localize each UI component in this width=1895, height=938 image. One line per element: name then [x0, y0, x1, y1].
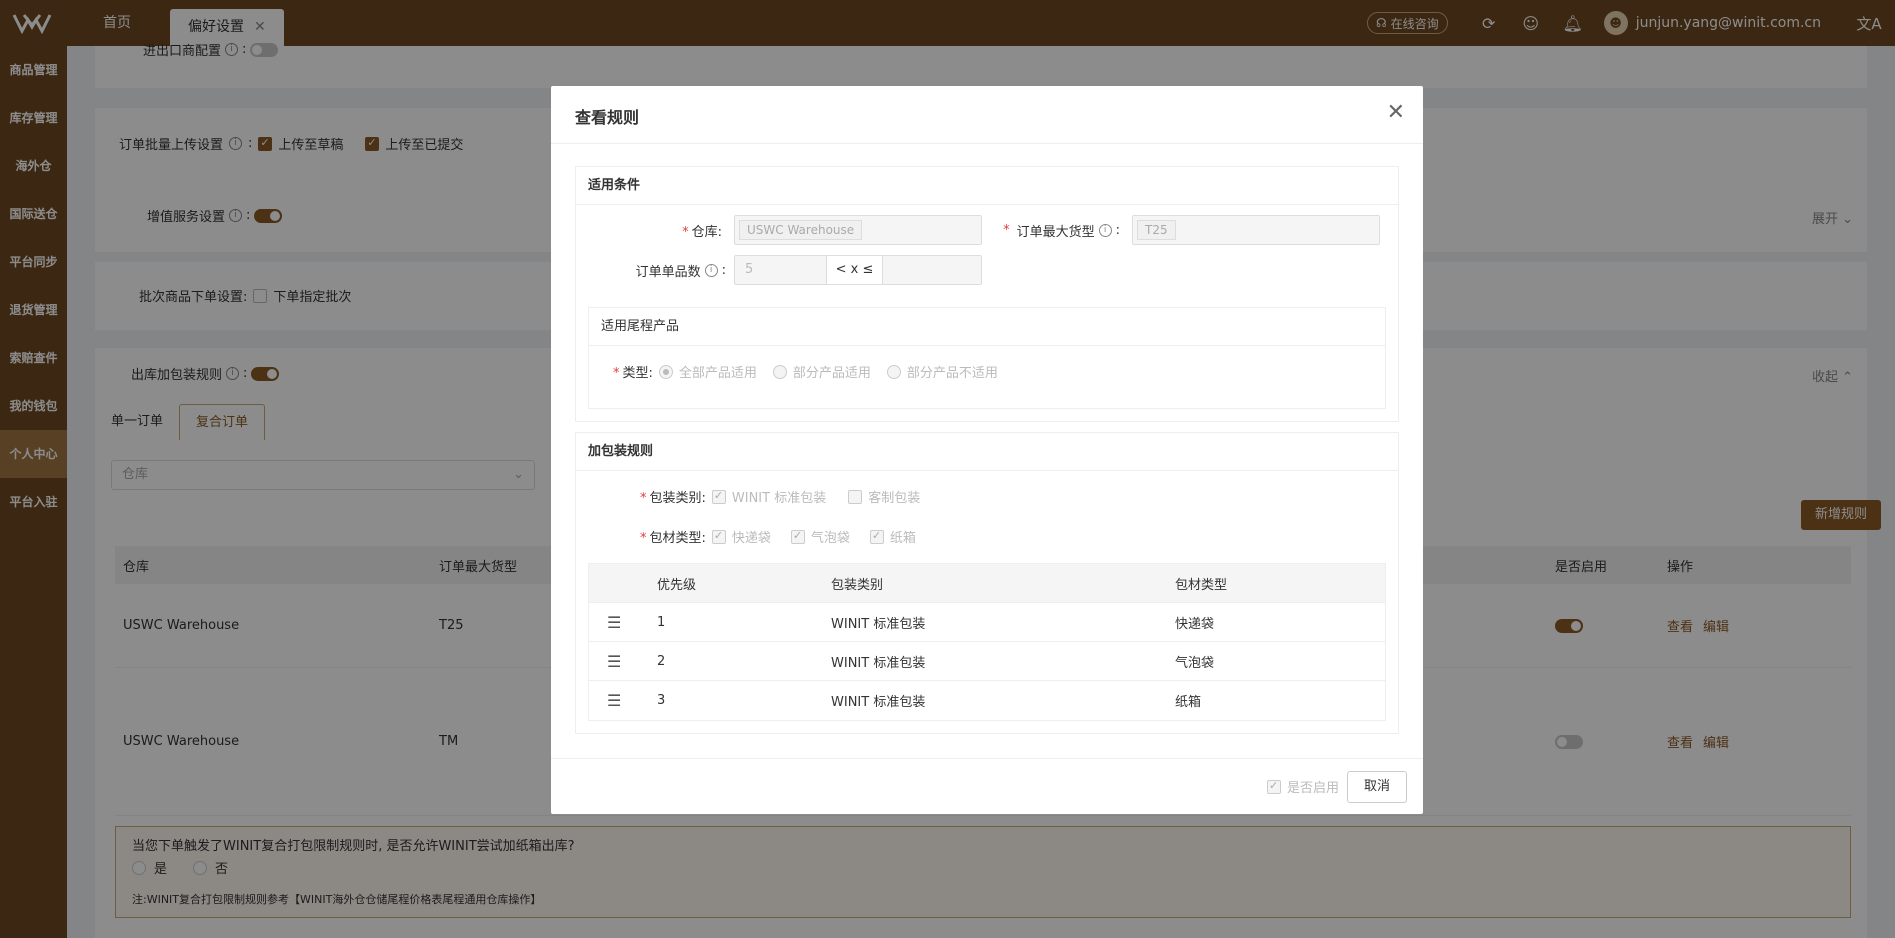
item-count-min: 5 [735, 256, 827, 284]
last-mile-section: 适用尾程产品 * 类型: 全部产品适用 部分产品适用 部分产品不适用 [588, 307, 1386, 409]
radio-some [772, 364, 787, 379]
row-priority: 3 [657, 692, 666, 708]
close-icon[interactable]: ✕ [1387, 100, 1405, 125]
row-material: 快递袋 [1175, 616, 1215, 632]
info-icon[interactable]: i [1098, 224, 1112, 237]
pack-category-standard-label: WINIT 标准包装 [731, 491, 827, 506]
packaging-title: 加包装规则 [576, 433, 1398, 471]
row-category: WINIT 标准包装 [831, 616, 926, 632]
info-icon[interactable]: i [704, 264, 718, 277]
max-size-tag: T25 [1137, 220, 1176, 240]
material-carton-checkbox[interactable] [869, 529, 884, 544]
drag-handle-icon[interactable]: ☰ [607, 613, 621, 632]
pack-category-custom-checkbox[interactable] [848, 489, 863, 504]
table-row: ☰ 1 WINIT 标准包装 快递袋 [589, 602, 1385, 641]
conditions-section: 适用条件 * 仓库: USWC Warehouse * 订单最大货型 i: T25 … [575, 166, 1399, 422]
material-express-bag-label: 快递袋 [731, 531, 771, 546]
modal-header: 查看规则 ✕ [551, 86, 1423, 144]
col-material: 包材类型 [1175, 577, 1228, 593]
row-priority: 2 [657, 653, 666, 669]
packaging-section: 加包装规则 *包装类别: WINIT 标准包装 客制包装 *包材类型: 快递袋 … [575, 432, 1399, 734]
table-row: ☰ 3 WINIT 标准包装 纸箱 [589, 680, 1385, 719]
drag-handle-icon[interactable]: ☰ [607, 691, 621, 710]
warehouse-tag: USWC Warehouse [739, 220, 863, 240]
material-bubble-bag-label: 气泡袋 [810, 531, 850, 546]
option-all-products[interactable]: 全部产品适用 [658, 362, 757, 381]
table-row: ☰ 2 WINIT 标准包装 气泡袋 [589, 641, 1385, 680]
col-priority: 优先级 [657, 577, 697, 593]
pack-category-standard-checkbox[interactable] [711, 489, 726, 504]
item-count-range: 5 < x ≤ [734, 255, 982, 285]
radio-all [658, 364, 673, 379]
row-priority: 1 [657, 614, 666, 630]
table-header: 优先级 包装类别 包材类型 [589, 564, 1385, 602]
enabled-option[interactable]: 是否启用 [1266, 777, 1339, 796]
col-category: 包装类别 [831, 577, 884, 593]
cancel-button[interactable]: 取消 [1347, 771, 1407, 803]
radio-excluded [886, 364, 901, 379]
type-label: 类型: [622, 366, 653, 381]
item-count-label: 订单单品数 [635, 265, 701, 280]
drag-handle-icon[interactable]: ☰ [607, 652, 621, 671]
item-count-max[interactable] [883, 256, 981, 284]
packaging-priority-table: 优先级 包装类别 包材类型 ☰ 1 WINIT 标准包装 快递袋 ☰ 2 WIN… [588, 563, 1386, 721]
option-excluded-label: 部分产品不适用 [906, 366, 998, 381]
material-label: 包材类型: [649, 531, 706, 546]
last-mile-title: 适用尾程产品 [589, 308, 1385, 346]
option-some-label: 部分产品适用 [792, 366, 871, 381]
material-bubble-bag-checkbox[interactable] [790, 529, 805, 544]
modal-footer: 是否启用 取消 [551, 758, 1423, 814]
option-some-products[interactable]: 部分产品适用 [772, 362, 871, 381]
conditions-title: 适用条件 [576, 167, 1398, 205]
enabled-checkbox [1266, 779, 1281, 794]
max-size-field[interactable]: T25 [1132, 215, 1380, 245]
pack-category-label: 包装类别: [649, 491, 706, 506]
row-material: 气泡袋 [1175, 655, 1215, 671]
option-some-excluded[interactable]: 部分产品不适用 [886, 362, 998, 381]
warehouse-field[interactable]: USWC Warehouse [734, 215, 982, 245]
row-category: WINIT 标准包装 [831, 694, 926, 710]
view-rule-modal: 查看规则 ✕ 适用条件 * 仓库: USWC Warehouse * 订单最大货型 … [551, 86, 1423, 814]
row-category: WINIT 标准包装 [831, 655, 926, 671]
enabled-label: 是否启用 [1286, 781, 1339, 796]
pack-category-custom-label: 客制包装 [868, 491, 921, 506]
option-all-label: 全部产品适用 [678, 366, 757, 381]
warehouse-label: 仓库: [691, 225, 722, 240]
modal-title: 查看规则 [575, 108, 640, 127]
material-express-bag-checkbox[interactable] [711, 529, 726, 544]
material-carton-label: 纸箱 [889, 531, 916, 546]
row-material: 纸箱 [1175, 694, 1202, 710]
max-size-label: 订单最大货型 [1016, 225, 1095, 240]
item-count-operator: < x ≤ [827, 256, 883, 284]
